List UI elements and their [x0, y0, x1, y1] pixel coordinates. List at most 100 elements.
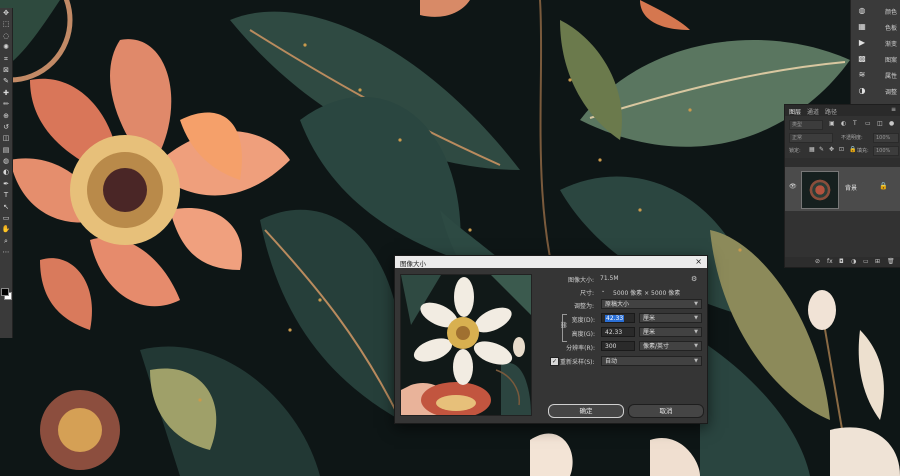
blend-mode-select[interactable]: 正常: [789, 133, 833, 143]
crop-icon[interactable]: ⌗: [0, 54, 12, 65]
layers-footer: ⊘ fx ◘ ◑ ▭ ⊞ 🗑: [785, 257, 900, 267]
group-icon[interactable]: ▭: [863, 258, 869, 265]
layer-name[interactable]: 背景: [845, 183, 857, 192]
quick-select-icon[interactable]: ✺: [0, 42, 12, 53]
cancel-button[interactable]: 取消: [628, 404, 704, 418]
dimensions-chevron-icon[interactable]: ⌄: [601, 288, 605, 294]
blend-row: 正常 不透明度: 100%: [785, 131, 900, 143]
tab-layers[interactable]: 图层: [789, 107, 801, 116]
blur-icon[interactable]: ◍: [0, 156, 12, 167]
pattern-icon: ▩: [858, 54, 866, 63]
dock-item-adjust[interactable]: ◑ 调整: [851, 84, 900, 98]
fx-icon[interactable]: fx: [827, 258, 833, 265]
lock-move-icon[interactable]: ✥: [829, 146, 834, 153]
lasso-icon[interactable]: ◌: [0, 31, 12, 42]
eyedropper-icon[interactable]: ✎: [0, 76, 12, 87]
filter-shape-icon[interactable]: ▭: [865, 120, 871, 127]
filter-row: 类型 ▣ ◐ T ▭ ◫ ●: [785, 118, 900, 130]
brush-settings-icon: ◍: [858, 6, 866, 15]
link-icon[interactable]: ⊘: [815, 258, 820, 265]
preview-flower: [401, 275, 531, 415]
visibility-eye-icon[interactable]: 👁: [789, 183, 797, 190]
height-input[interactable]: 42.33: [601, 327, 635, 337]
height-value: 42.33: [605, 329, 623, 336]
width-unit-select[interactable]: 厘米 ▼: [639, 313, 702, 323]
panel-dock: ◍ 颜色 ▦ 色板 ▶ 渐变 ▩ 图案 ≋ 属性 ◑ 调整: [850, 0, 900, 104]
tab-paths[interactable]: 路径: [825, 107, 837, 116]
tab-channels[interactable]: 通道: [807, 107, 819, 116]
dock-item-brush-settings[interactable]: ◍ 颜色: [851, 4, 900, 18]
resample-checkbox[interactable]: ✓: [550, 357, 559, 366]
resolution-unit-select[interactable]: 像素/英寸 ▼: [639, 341, 702, 351]
dock-item-label: 颜色: [885, 9, 898, 16]
close-icon[interactable]: ×: [695, 257, 702, 267]
zoom-icon[interactable]: ⌕: [0, 236, 12, 247]
height-label: 高度(G):: [571, 331, 595, 338]
brush-icon[interactable]: ✏: [0, 99, 12, 110]
foreground-color-swatch[interactable]: [1, 288, 9, 296]
lock-artboard-icon[interactable]: ⊡: [839, 146, 844, 153]
stamp-icon[interactable]: ⊕: [0, 111, 12, 122]
mask-icon[interactable]: ◘: [839, 258, 844, 265]
filter-image-icon[interactable]: ▣: [829, 120, 835, 127]
eraser-icon[interactable]: ◫: [0, 133, 12, 144]
dodge-icon[interactable]: ◐: [0, 167, 12, 178]
image-size-dialog: 图像大小 × 图像大小: 71.5M ⚙ 尺寸: ⌄ 5000 像素 × 500…: [394, 255, 708, 424]
gradient-icon[interactable]: ▤: [0, 145, 12, 156]
fill-label: 填充:: [857, 148, 869, 154]
move-icon[interactable]: ✥: [0, 8, 12, 19]
filter-toggle-icon[interactable]: ●: [889, 120, 894, 127]
width-unit: 厘米: [643, 315, 656, 322]
shape-icon[interactable]: ▭: [0, 213, 12, 224]
dock-item-label: 色板: [885, 25, 898, 32]
resolution-input[interactable]: 300: [601, 341, 635, 351]
lock-row: 锁定: ▦ ✎ ✥ ⊡ 🔒 填充: 100%: [785, 144, 900, 156]
settings-gear-icon[interactable]: ⚙: [691, 275, 697, 283]
layer-kind-select[interactable]: 类型: [789, 120, 823, 130]
history-brush-icon[interactable]: ↺: [0, 122, 12, 133]
type-icon[interactable]: T: [0, 190, 12, 201]
width-input[interactable]: 42.33: [601, 313, 635, 323]
tools-panel: ✥ ⬚ ◌ ✺ ⌗ ⊠ ✎ ✚ ✏ ⊕ ↺ ◫ ▤ ◍ ◐ ✒ T ↖ ▭ ✋ ⌕ ⋯: [0, 8, 13, 338]
trash-icon[interactable]: 🗑: [887, 258, 895, 265]
layer-thumbnail: [801, 171, 839, 209]
dock-item-swatches[interactable]: ▦ 色板: [851, 20, 900, 34]
dock-item-label: 渐变: [885, 41, 898, 48]
dock-item-label: 图案: [885, 57, 898, 64]
fit-to-select[interactable]: 原稿大小 ▼: [601, 299, 702, 309]
lock-paint-icon[interactable]: ✎: [819, 146, 824, 153]
layers-spacer: [785, 158, 900, 167]
lock-all-icon[interactable]: 🔒: [849, 146, 856, 153]
marquee-icon[interactable]: ⬚: [0, 19, 12, 30]
hand-icon[interactable]: ✋: [0, 224, 12, 235]
new-layer-icon[interactable]: ⊞: [875, 258, 880, 265]
panel-menu-icon[interactable]: ≡: [891, 106, 896, 113]
dock-item-properties[interactable]: ≋ 属性: [851, 68, 900, 82]
path-select-icon[interactable]: ↖: [0, 202, 12, 213]
height-unit: 厘米: [643, 329, 656, 336]
dock-item-gradient-panel[interactable]: ▶ 渐变: [851, 36, 900, 50]
adjust-icon: ◑: [858, 86, 866, 95]
opacity-field[interactable]: 100%: [873, 133, 899, 143]
adjustment-icon[interactable]: ◑: [851, 258, 856, 265]
swatches-icon: ▦: [858, 22, 866, 31]
dialog-titlebar: 图像大小 ×: [395, 256, 707, 268]
healing-icon[interactable]: ✚: [0, 88, 12, 99]
height-unit-select[interactable]: 厘米 ▼: [639, 327, 702, 337]
filter-smart-icon[interactable]: ◫: [877, 120, 883, 127]
chevron-down-icon: ▼: [694, 343, 698, 349]
dock-item-pattern[interactable]: ▩ 图案: [851, 52, 900, 66]
resolution-value: 300: [605, 343, 617, 350]
filter-adjust-icon[interactable]: ◐: [841, 120, 846, 127]
image-preview[interactable]: [400, 274, 532, 416]
layer-row-background[interactable]: 👁 背景 🔒: [785, 167, 900, 211]
fill-field[interactable]: 100%: [873, 146, 899, 156]
pen-icon[interactable]: ✒: [0, 179, 12, 190]
fit-to-label: 调整为:: [573, 303, 594, 310]
filter-type-icon[interactable]: T: [853, 120, 857, 127]
frame-icon[interactable]: ⊠: [0, 65, 12, 76]
resample-select[interactable]: 自动 ▼: [601, 356, 702, 366]
ok-button[interactable]: 确定: [548, 404, 624, 418]
lock-pixels-icon[interactable]: ▦: [809, 146, 815, 153]
more-icon[interactable]: ⋯: [0, 247, 12, 258]
